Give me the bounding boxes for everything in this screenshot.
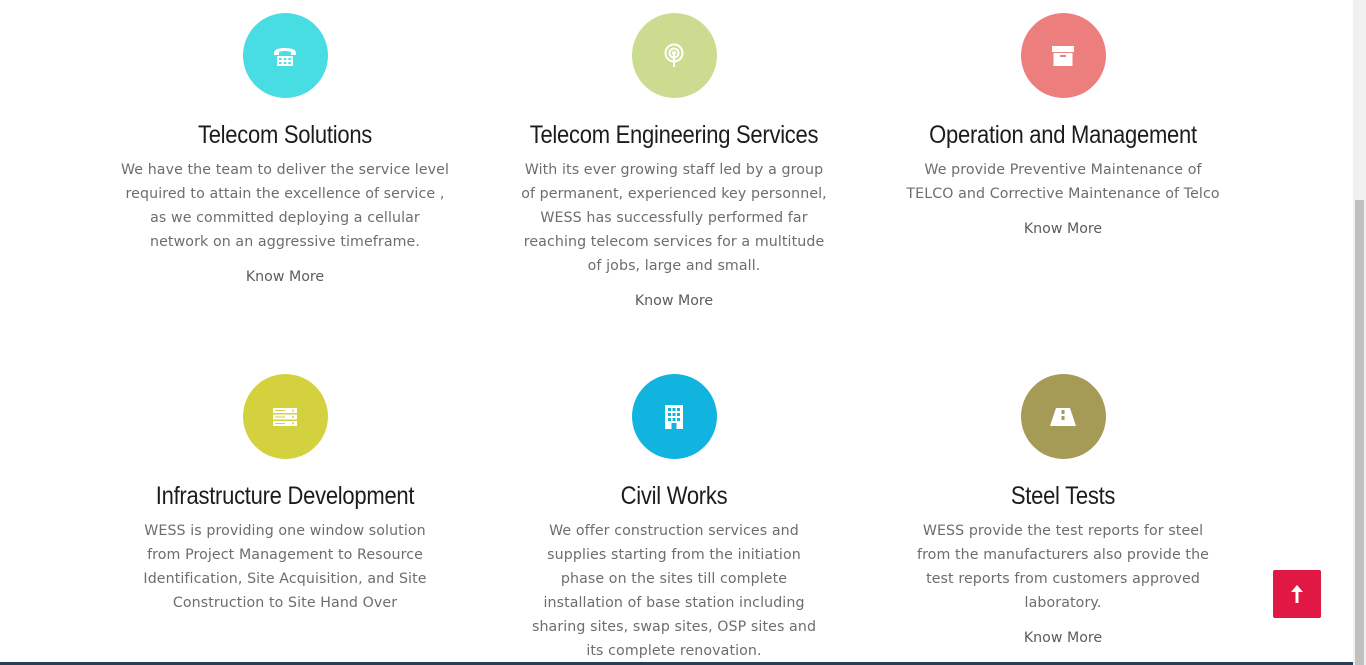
scrollbar-thumb[interactable] xyxy=(1355,200,1364,665)
service-description: We provide Preventive Maintenance of TEL… xyxy=(906,162,1220,202)
know-more-link[interactable]: Know More xyxy=(1024,221,1102,237)
know-more-link[interactable]: Know More xyxy=(635,293,713,309)
service-card-civil-works: Civil Works We offer construction servic… xyxy=(509,374,839,663)
vertical-scrollbar[interactable] xyxy=(1353,0,1366,665)
services-page: Telecom Solutions We have the team to de… xyxy=(0,0,1366,665)
scroll-to-top-button[interactable] xyxy=(1273,570,1321,618)
service-title: Telecom Solutions xyxy=(197,121,373,149)
server-icon xyxy=(242,374,328,459)
service-description: WESS is providing one window solution fr… xyxy=(143,523,427,611)
service-card-telecom-solutions: Telecom Solutions We have the team to de… xyxy=(120,13,450,285)
archive-box-icon xyxy=(1020,13,1106,98)
telephone-icon xyxy=(242,13,328,98)
service-title: Civil Works xyxy=(620,482,728,510)
service-description: We have the team to deliver the service … xyxy=(120,162,450,250)
know-more-link[interactable]: Know More xyxy=(1024,630,1102,646)
service-card-infrastructure: Infrastructure Development WESS is provi… xyxy=(120,374,450,615)
service-title: Steel Tests xyxy=(1010,482,1116,510)
service-description: With its ever growing staff led by a gro… xyxy=(521,162,827,274)
broadcast-icon xyxy=(631,13,717,98)
road-icon xyxy=(1020,374,1106,459)
building-icon xyxy=(631,374,717,459)
service-card-operation-management: Operation and Management We provide Prev… xyxy=(898,13,1228,237)
service-card-telecom-engineering: Telecom Engineering Services With its ev… xyxy=(509,13,839,309)
know-more-link[interactable]: Know More xyxy=(246,269,324,285)
service-card-steel-tests: Steel Tests WESS provide the test report… xyxy=(898,374,1228,646)
service-title: Telecom Engineering Services xyxy=(529,121,819,149)
service-description: We offer construction services and suppl… xyxy=(531,523,817,659)
service-title: Operation and Management xyxy=(929,121,1197,149)
arrow-up-icon xyxy=(1291,585,1303,603)
service-title: Infrastructure Development xyxy=(155,482,415,510)
service-description: WESS provide the test reports for steel … xyxy=(916,523,1210,611)
